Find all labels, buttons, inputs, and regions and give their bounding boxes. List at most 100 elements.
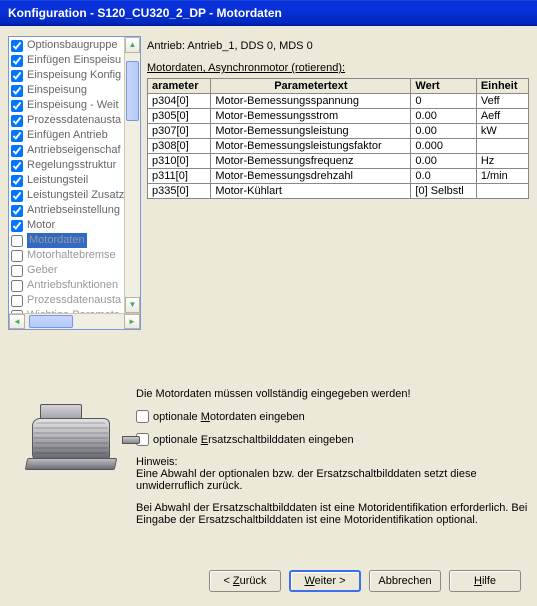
- tree-item[interactable]: Motor: [10, 218, 139, 233]
- scroll-thumb[interactable]: [126, 61, 139, 121]
- tree-checkbox[interactable]: [11, 235, 23, 247]
- drive-label: Antrieb: Antrieb_1, DDS 0, MDS 0: [147, 40, 529, 52]
- param-id: p310[0]: [148, 154, 211, 169]
- tree-item[interactable]: Motorhaltebremse: [10, 248, 139, 263]
- table-row[interactable]: p335[0]Motor-Kühlart[0] Selbstl: [148, 184, 529, 199]
- motor-image: [8, 400, 126, 490]
- help-button[interactable]: Hilfe: [449, 570, 521, 592]
- tree-checkbox[interactable]: [11, 160, 23, 172]
- tree-checkbox[interactable]: [11, 280, 23, 292]
- tree-item[interactable]: Leistungsteil Zusatz: [10, 188, 139, 203]
- tree-label: Leistungsteil: [27, 173, 88, 188]
- tree-checkbox[interactable]: [11, 145, 23, 157]
- tree-checkbox[interactable]: [11, 40, 23, 52]
- param-text: Motor-Bemessungsleistungsfaktor: [211, 139, 411, 154]
- param-value[interactable]: [0] Selbstl: [411, 184, 476, 199]
- tree-checkbox[interactable]: [11, 100, 23, 112]
- param-unit: Aeff: [476, 109, 528, 124]
- param-value[interactable]: 0.00: [411, 154, 476, 169]
- param-unit: 1/min: [476, 169, 528, 184]
- table-row[interactable]: p305[0]Motor-Bemessungsstrom0.00Aeff: [148, 109, 529, 124]
- tree-item[interactable]: Geber: [10, 263, 139, 278]
- tree-checkbox[interactable]: [11, 205, 23, 217]
- back-button[interactable]: < Zurück: [209, 570, 281, 592]
- motor-params-table: arameterParametertextWertEinheit p304[0]…: [147, 78, 529, 199]
- tree-checkbox[interactable]: [11, 190, 23, 202]
- tree-label: Regelungsstruktur: [27, 158, 116, 173]
- hint-text-1: Eine Abwahl der optionalen bzw. der Ersa…: [136, 468, 529, 492]
- tree-checkbox[interactable]: [11, 70, 23, 82]
- optional-motordata-label: optionale Motordaten eingeben: [153, 411, 305, 423]
- scroll-left-icon[interactable]: ◄: [9, 314, 25, 329]
- tree-label: Prozessdatenausta: [27, 293, 121, 308]
- tree-checkbox[interactable]: [11, 220, 23, 232]
- table-header: arameter: [148, 79, 211, 94]
- table-row[interactable]: p304[0]Motor-Bemessungsspannung0Veff: [148, 94, 529, 109]
- tree-item[interactable]: Leistungsteil: [10, 173, 139, 188]
- param-text: Motor-Bemessungsdrehzahl: [211, 169, 411, 184]
- scroll-right-icon[interactable]: ►: [124, 314, 140, 329]
- tree-label: Motor: [27, 218, 55, 233]
- tree-item[interactable]: Einspeisung Konfig: [10, 68, 139, 83]
- param-unit: kW: [476, 124, 528, 139]
- tree-checkbox[interactable]: [11, 130, 23, 142]
- tree-label: Antriebseinstellung: [27, 203, 120, 218]
- tree-checkbox[interactable]: [11, 175, 23, 187]
- tree-item[interactable]: Prozessdatenausta: [10, 113, 139, 128]
- tree-item[interactable]: Einfügen Einspeisu: [10, 53, 139, 68]
- param-id: p335[0]: [148, 184, 211, 199]
- wizard-tree: OptionsbaugruppeEinfügen EinspeisuEinspe…: [8, 36, 141, 330]
- cancel-button[interactable]: Abbrechen: [369, 570, 441, 592]
- param-id: p311[0]: [148, 169, 211, 184]
- tree-item[interactable]: Einspeisung: [10, 83, 139, 98]
- tree-item[interactable]: Regelungsstruktur: [10, 158, 139, 173]
- tree-checkbox[interactable]: [11, 85, 23, 97]
- optional-motordata-checkbox[interactable]: [136, 410, 149, 423]
- tree-item[interactable]: Antriebseigenschaf: [10, 143, 139, 158]
- tree-item[interactable]: Motordaten: [10, 233, 139, 248]
- param-text: Motor-Bemessungsfrequenz: [211, 154, 411, 169]
- tree-label: Einspeisung: [27, 83, 87, 98]
- param-value[interactable]: 0: [411, 94, 476, 109]
- tree-label: Antriebseigenschaf: [27, 143, 121, 158]
- scroll-down-icon[interactable]: ▼: [125, 297, 140, 313]
- title-bar: Konfiguration - S120_CU320_2_DP - Motord…: [0, 0, 537, 26]
- param-value[interactable]: 0.0: [411, 169, 476, 184]
- tree-item[interactable]: Einspeisung - Weit: [10, 98, 139, 113]
- param-value[interactable]: 0.00: [411, 124, 476, 139]
- tree-label: Motorhaltebremse: [27, 248, 116, 263]
- tree-label: Einspeisung Konfig: [27, 68, 121, 83]
- param-text: Motor-Bemessungsspannung: [211, 94, 411, 109]
- hscroll-thumb[interactable]: [29, 315, 73, 328]
- tree-vscrollbar[interactable]: ▲ ▼: [124, 37, 140, 313]
- tree-item[interactable]: Optionsbaugruppe: [10, 38, 139, 53]
- tree-item[interactable]: Prozessdatenausta: [10, 293, 139, 308]
- tree-checkbox[interactable]: [11, 265, 23, 277]
- section-label: Motordaten, Asynchronmotor (rotierend):: [147, 62, 529, 74]
- tree-item[interactable]: Antriebsfunktionen: [10, 278, 139, 293]
- tree-label: Optionsbaugruppe: [27, 38, 118, 53]
- param-id: p308[0]: [148, 139, 211, 154]
- table-row[interactable]: p307[0]Motor-Bemessungsleistung0.00kW: [148, 124, 529, 139]
- param-value[interactable]: 0.000: [411, 139, 476, 154]
- warning-text: Die Motordaten müssen vollständig eingeg…: [136, 388, 529, 400]
- scroll-up-icon[interactable]: ▲: [125, 37, 140, 53]
- tree-checkbox[interactable]: [11, 295, 23, 307]
- table-header: Wert: [411, 79, 476, 94]
- table-row[interactable]: p308[0]Motor-Bemessungsleistungsfaktor0.…: [148, 139, 529, 154]
- param-text: Motor-Bemessungsleistung: [211, 124, 411, 139]
- next-button[interactable]: Weiter >: [289, 570, 361, 592]
- tree-item[interactable]: Antriebseinstellung: [10, 203, 139, 218]
- hint-text-2: Bei Abwahl der Ersatzschaltbilddaten ist…: [136, 502, 529, 526]
- tree-checkbox[interactable]: [11, 250, 23, 262]
- param-unit: [476, 139, 528, 154]
- tree-hscrollbar[interactable]: ◄ ►: [9, 313, 140, 329]
- param-value[interactable]: 0.00: [411, 109, 476, 124]
- tree-item[interactable]: Einfügen Antrieb: [10, 128, 139, 143]
- tree-checkbox[interactable]: [11, 115, 23, 127]
- table-header: Parametertext: [211, 79, 411, 94]
- hint-label: Hinweis:: [136, 456, 529, 468]
- tree-checkbox[interactable]: [11, 55, 23, 67]
- table-row[interactable]: p311[0]Motor-Bemessungsdrehzahl0.01/min: [148, 169, 529, 184]
- table-row[interactable]: p310[0]Motor-Bemessungsfrequenz0.00Hz: [148, 154, 529, 169]
